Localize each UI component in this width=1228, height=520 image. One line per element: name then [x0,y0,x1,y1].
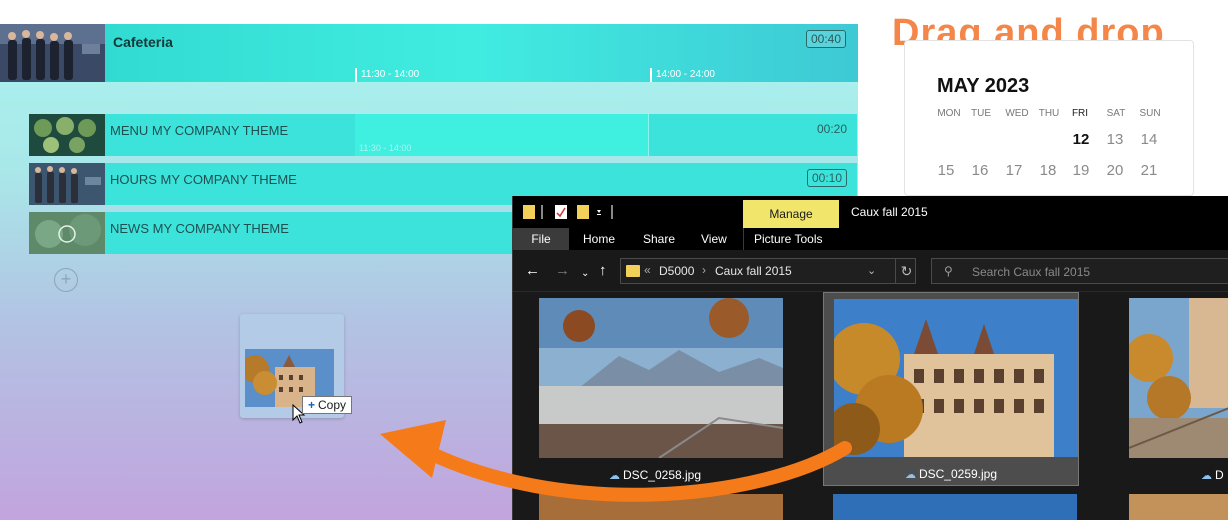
file-name: ☁ D [1201,468,1224,482]
file-name: ☁ DSC_0258.jpg [608,468,702,482]
file-name: ☁ DSC_0259.jpg [904,467,998,481]
search-icon: ⚲ [944,264,953,278]
weekday-tue: TUE [971,108,991,119]
breadcrumb-current-folder[interactable]: Caux fall 2015 [715,264,792,278]
search-placeholder: Search Caux fall 2015 [972,265,1091,279]
news-item-label: NEWS MY COMPANY THEME [110,221,289,236]
copy-tooltip-label: Copy [318,398,347,412]
up-arrow-icon[interactable]: ↑ [599,263,607,278]
cafeteria-title: Cafeteria [113,34,173,50]
photo-thumbnail-terrace [1129,298,1228,458]
address-bar[interactable]: « D5000 › Caux fall 2015 ⌄ ↻ [620,258,916,284]
weekday-mon: MON [937,108,961,119]
hours-thumbnail [29,163,105,205]
file-tile[interactable]: ☁ D [1117,292,1228,486]
back-arrow-icon[interactable]: ← [525,263,540,278]
menu-timeslot[interactable]: 11:30 - 14:00 [355,114,649,156]
breadcrumb-separator: › [702,263,706,277]
add-item-button[interactable]: + [54,268,78,292]
weekday-thu: THU [1038,108,1060,119]
window-title: Caux fall 2015 [851,205,928,219]
news-thumbnail [29,212,105,254]
calendar-day[interactable]: 14 [1134,131,1164,148]
search-box[interactable]: ⚲ Search Caux fall 2015 [931,258,1228,284]
calendar-day[interactable]: 19 [1066,162,1096,179]
calendar-day[interactable]: 21 [1134,162,1164,179]
folder-icon [626,265,640,277]
calendar-day[interactable]: 17 [999,162,1029,179]
calendar-day[interactable]: 18 [1033,162,1063,179]
refresh-icon[interactable]: ↻ [895,259,917,283]
address-dropdown-chevron-icon[interactable]: ⌄ [867,264,876,277]
weekday-sat: SAT [1106,108,1126,119]
forward-arrow-icon[interactable]: → [555,263,570,278]
photo-thumbnail-castle [834,299,1078,457]
tab-view[interactable]: View [691,228,737,250]
navigation-bar: ← → ⌄ ↑ « D5000 › Caux fall 2015 ⌄ ↻ ⚲ S… [513,250,1228,292]
copy-tooltip: + Copy [302,396,353,414]
weekday-wed: WED [1005,108,1029,119]
recent-locations-chevron-icon[interactable]: ⌄ [581,266,589,281]
address-overflow[interactable]: « [644,263,651,277]
cafeteria-thumbnail [0,24,105,82]
ribbon-tabs: File Home Share View Picture Tools [513,228,1228,250]
calendar-day[interactable]: 12 [1066,131,1096,148]
file-explorer-window: Manage Caux fall 2015 File Home Share Vi… [512,196,1228,520]
weekday-fri: FRI [1071,108,1089,119]
menu-thumbnail [29,114,105,156]
calendar-day[interactable]: 20 [1100,162,1130,179]
breadcrumb-d5000[interactable]: D5000 [659,264,694,278]
photo-thumbnail-mountains [539,298,783,458]
photo-thumbnail-partial [1129,494,1228,520]
cloud-sync-icon: ☁ [1201,470,1212,482]
calendar-day[interactable]: 16 [965,162,995,179]
screenshot-root: Cafeteria 00:40 11:30 - 14:00 14:00 - 24… [0,0,1228,520]
calendar-day[interactable]: 15 [931,162,961,179]
menu-timeslot-label: 11:30 - 14:00 [359,143,412,153]
menu-item-duration: 00:20 [816,122,847,136]
cafeteria-duration: 00:40 [806,30,847,48]
cafeteria-playlist-row[interactable]: Cafeteria 00:40 11:30 - 14:00 14:00 - 24… [0,24,858,82]
tab-share[interactable]: Share [633,228,685,250]
explorer-titlebar: Manage Caux fall 2015 [513,196,1228,228]
hours-item-label: HOURS MY COMPANY THEME [110,172,297,187]
weekday-sun: SUN [1139,108,1161,119]
manage-tab[interactable]: Manage [743,200,839,228]
calendar-day[interactable]: 13 [1100,131,1130,148]
quick-access-toolbar-icon[interactable] [523,204,623,220]
copy-plus-icon: + [308,398,316,412]
file-tile-selected[interactable]: ☁ DSC_0259.jpg [823,292,1079,486]
photo-thumbnail-partial [539,494,783,520]
timeslot-marker-2: 14:00 - 24:00 [650,68,715,82]
calendar-month-title: MAY 2023 [937,75,1030,97]
file-tile[interactable]: ☁ DSC_0258.jpg [527,292,783,486]
hours-item-duration: 00:10 [806,169,847,187]
tab-file[interactable]: File [513,228,569,250]
photo-thumbnail-partial [833,494,1077,520]
tab-home[interactable]: Home [573,228,625,250]
tab-picture-tools[interactable]: Picture Tools [743,228,832,250]
cloud-sync-icon: ☁ [904,469,916,481]
cloud-sync-icon: ☁ [608,470,620,482]
playlist-item-menu[interactable]: 11:30 - 14:00 MENU MY COMPANY THEME 00:2… [29,114,857,156]
menu-item-label: MENU MY COMPANY THEME [110,123,289,138]
timeslot-marker-1: 11:30 - 14:00 [355,68,419,82]
